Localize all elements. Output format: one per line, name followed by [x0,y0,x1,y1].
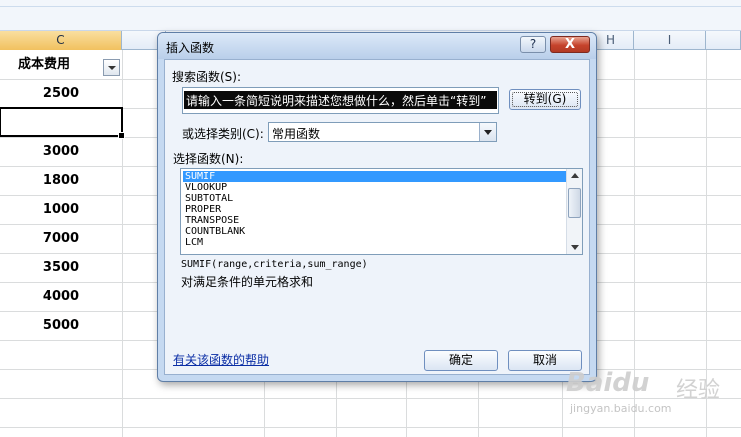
function-item-subtotal[interactable]: SUBTOTAL [183,193,567,204]
ribbon-area [0,0,741,31]
function-signature: SUMIF(range,criteria,sum_range) [181,259,368,270]
cost-cell[interactable]: 1800 [0,173,122,188]
scroll-thumb[interactable] [568,188,581,218]
function-item-transpose[interactable]: TRANSPOSE [183,215,567,226]
watermark-brand: Baidu [566,368,650,398]
chevron-down-icon[interactable] [479,123,496,141]
baidu-jingyan-watermark: Baidu 经验 jingyan.baidu.com [560,368,740,428]
function-item-countblank[interactable]: COUNTBLANK [183,226,567,237]
cost-cell[interactable]: 1000 [0,202,122,217]
cost-cell[interactable]: 7000 [0,231,122,246]
ok-button[interactable]: 确定 [424,350,498,371]
column-header-i[interactable]: I [634,31,706,50]
function-list-scrollbar[interactable] [566,169,582,254]
cost-cell[interactable]: 3000 [0,144,122,159]
search-input[interactable] [184,91,497,109]
column-header-c[interactable]: C [0,31,122,50]
search-label: 搜索函数(S): [172,70,242,84]
close-icon[interactable]: X [550,36,590,53]
insert-function-dialog: 插入函数 ? X 搜索函数(S): 转到(G) 或选择类别(C): 常用函数 选… [157,32,597,382]
dialog-title: 插入函数 [166,41,215,55]
column-header-j[interactable] [706,31,741,50]
search-field-frame [182,87,499,114]
watermark-text: 经验 [676,378,721,403]
category-select[interactable]: 常用函数 [268,122,497,142]
cost-cell[interactable]: 3500 [0,260,122,275]
function-list-label: 选择函数(N): [173,152,244,166]
active-cell-border[interactable] [0,107,125,139]
cost-header-label: 成本费用 [18,57,71,72]
focus-ring [512,92,578,107]
watermark-url: jingyan.baidu.com [570,402,672,415]
function-item-lcm[interactable]: LCM [183,237,567,248]
function-description: 对满足条件的单元格求和 [181,275,314,289]
goto-button[interactable]: 转到(G) [509,89,581,110]
dialog-body: 搜索函数(S): 转到(G) 或选择类别(C): 常用函数 选择函数(N): S… [164,59,590,375]
ribbon-divider [0,6,741,7]
function-list[interactable]: SUMIF VLOOKUP SUBTOTAL PROPER TRANSPOSE … [180,168,583,255]
cost-cell[interactable]: 2500 [0,86,122,101]
scroll-up-icon[interactable] [567,169,582,183]
category-value: 常用函数 [272,127,321,141]
category-label: 或选择类别(C): [182,127,264,141]
cost-header-cell[interactable]: 成本费用 [0,51,122,79]
dialog-title-bar[interactable]: 插入函数 ? X [158,33,596,59]
function-item-vlookup[interactable]: VLOOKUP [183,182,567,193]
filter-dropdown-icon[interactable] [103,59,120,76]
cost-cell[interactable]: 4000 [0,289,122,304]
scroll-down-icon[interactable] [567,240,582,254]
help-icon[interactable]: ? [520,36,546,53]
cost-cell[interactable]: 5000 [0,318,122,333]
function-help-link[interactable]: 有关该函数的帮助 [173,351,269,368]
function-item-sumif[interactable]: SUMIF [183,171,567,182]
function-item-proper[interactable]: PROPER [183,204,567,215]
